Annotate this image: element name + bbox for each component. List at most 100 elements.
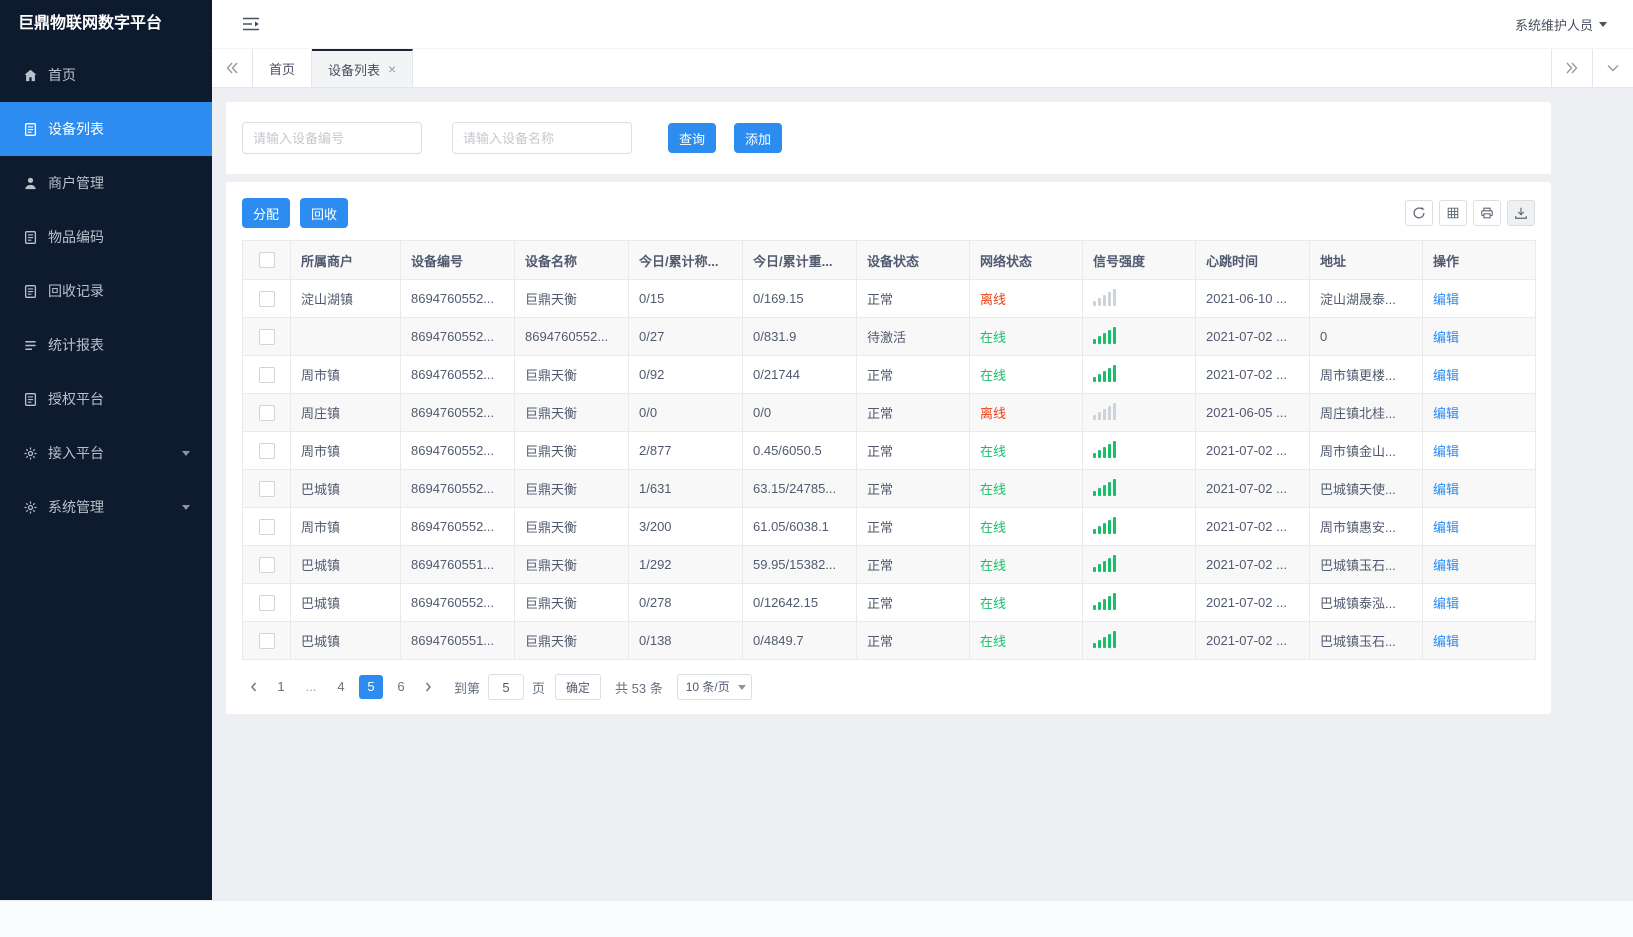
user-menu[interactable]: 系统维护人员 <box>1515 15 1607 34</box>
query-button[interactable]: 查询 <box>668 123 717 153</box>
row-checkbox[interactable] <box>258 632 275 649</box>
row-checkbox[interactable] <box>258 442 275 459</box>
add-button[interactable]: 添加 <box>734 123 783 153</box>
edit-link[interactable]: 编辑 <box>1433 520 1459 535</box>
row-checkbox[interactable] <box>258 328 275 345</box>
tab-home[interactable]: 首页 <box>253 49 313 87</box>
sidebar-menu: 首页设备列表商户管理物品编码 回收记录 统计报表授权平台接入平台系统管理 <box>0 48 212 900</box>
cell-merchant: 巴城镇 <box>290 621 401 660</box>
cell-address: 周庄镇北桂... <box>1309 393 1423 432</box>
cell-heartbeat: 2021-07-02 ... <box>1195 583 1310 622</box>
edit-link[interactable]: 编辑 <box>1433 406 1459 421</box>
edit-link[interactable]: 编辑 <box>1433 368 1459 383</box>
column-settings-button[interactable] <box>1439 200 1467 226</box>
cell-actions: 编辑 <box>1422 355 1536 394</box>
sidebar-item-merchant-management[interactable]: 商户管理 <box>0 156 212 210</box>
sidebar-collapse-icon[interactable] <box>242 17 260 31</box>
tabs-scroll-right-button[interactable] <box>1551 49 1592 87</box>
cell-device-no: 8694760552... <box>400 507 515 546</box>
sidebar-item-auth-platform[interactable]: 授权平台 <box>0 372 212 426</box>
close-tab-icon[interactable]: × <box>388 62 396 76</box>
network-status-text: 在线 <box>980 520 1007 535</box>
row-checkbox[interactable] <box>258 366 275 383</box>
assign-button[interactable]: 分配 <box>242 198 291 228</box>
cell-actions: 编辑 <box>1422 621 1536 660</box>
edit-link[interactable]: 编辑 <box>1433 558 1459 573</box>
edit-link[interactable]: 编辑 <box>1433 330 1459 345</box>
network-status-text: 在线 <box>980 482 1007 497</box>
tab-device-list[interactable]: 设备列表 × <box>312 49 414 87</box>
cell-today-count: 1/292 <box>628 545 743 584</box>
edit-link[interactable]: 编辑 <box>1433 482 1459 497</box>
sidebar-item-system-management[interactable]: 系统管理 <box>0 480 212 534</box>
page-button-4[interactable]: 4 <box>329 675 353 699</box>
column-header-network-status: 网络状态 <box>969 240 1083 280</box>
row-checkbox[interactable] <box>258 518 275 535</box>
edit-link[interactable]: 编辑 <box>1433 634 1459 649</box>
cell-today-weight: 0/12642.15 <box>742 583 857 622</box>
column-header-device-name: 设备名称 <box>514 240 629 280</box>
table-body: 淀山湖镇 8694760552... 巨鼎天衡 0/15 0/169.15 正常 离线 202… <box>242 279 1536 660</box>
cell-device-name: 巨鼎天衡 <box>514 545 629 584</box>
device-no-input[interactable] <box>242 122 422 154</box>
page-button-6[interactable]: 6 <box>389 675 413 699</box>
cell-today-count: 0/278 <box>628 583 743 622</box>
edit-link[interactable]: 编辑 <box>1433 444 1459 459</box>
cell-heartbeat: 2021-07-02 ... <box>1195 355 1310 394</box>
page-button-5[interactable]: 5 <box>359 675 383 699</box>
next-page-button[interactable] <box>416 675 440 699</box>
cell-device-name: 巨鼎天衡 <box>514 507 629 546</box>
cell-actions: 编辑 <box>1422 469 1536 508</box>
sidebar-item-home[interactable]: 首页 <box>0 48 212 102</box>
row-checkbox[interactable] <box>258 556 275 573</box>
export-button[interactable] <box>1507 200 1535 226</box>
column-header-today-weight: 今日/累计重... <box>742 240 857 280</box>
sidebar-item-label: 设备列表 <box>48 121 104 137</box>
refresh-button[interactable] <box>1405 200 1433 226</box>
sidebar-item-stats-report[interactable]: 统计报表 <box>0 318 212 372</box>
cell-today-weight: 61.05/6038.1 <box>742 507 857 546</box>
merchant-icon <box>22 175 38 191</box>
prev-page-button[interactable] <box>242 675 266 699</box>
page-button-1[interactable]: 1 <box>269 675 293 699</box>
sidebar-item-access-platform[interactable]: 接入平台 <box>0 426 212 480</box>
signal-strength-icon <box>1093 364 1116 382</box>
signal-strength-icon <box>1093 440 1116 458</box>
cell-heartbeat: 2021-07-02 ... <box>1195 469 1310 508</box>
select-all-checkbox[interactable] <box>258 252 275 269</box>
page-size-select[interactable]: 10 条/页 <box>676 674 752 700</box>
edit-link[interactable]: 编辑 <box>1433 292 1459 307</box>
edit-link[interactable]: 编辑 <box>1433 596 1459 611</box>
print-button[interactable] <box>1473 200 1501 226</box>
row-checkbox[interactable] <box>258 290 275 307</box>
cell-heartbeat: 2021-07-02 ... <box>1195 507 1310 546</box>
sidebar-item-item-code[interactable]: 物品编码 <box>0 210 212 264</box>
device-name-input[interactable] <box>452 122 632 154</box>
sidebar-item-recycle-record[interactable]: 回收记录 <box>0 264 212 318</box>
sidebar-item-device-list[interactable]: 设备列表 <box>0 102 212 156</box>
recycle-button[interactable]: 回收 <box>300 198 349 228</box>
table-header-row: 所属商户 设备编号 设备名称 今日/累计称... 今日/累计重... 设备状态 网络状态 信号… <box>242 240 1536 280</box>
doc-icon <box>22 283 38 299</box>
device-table-panel: 分配 回收 所属商户 设备编号 设备名称 今日/累计称... 今日/累计重...… <box>226 182 1551 714</box>
sidebar-item-label: 授权平台 <box>48 391 104 407</box>
confirm-jump-button[interactable]: 确定 <box>555 674 602 700</box>
sidebar-item-label: 系统管理 <box>48 499 104 515</box>
cell-heartbeat: 2021-06-10 ... <box>1195 279 1310 318</box>
row-checkbox[interactable] <box>258 404 275 421</box>
cell-actions: 编辑 <box>1422 279 1536 318</box>
column-header-today-count: 今日/累计称... <box>628 240 743 280</box>
row-checkbox[interactable] <box>258 594 275 611</box>
row-checkbox[interactable] <box>258 480 275 497</box>
sidebar-item-label: 商户管理 <box>48 175 104 191</box>
cell-today-count: 0/15 <box>628 279 743 318</box>
cell-actions: 编辑 <box>1422 583 1536 622</box>
tabs-scroll-left-button[interactable] <box>212 49 253 87</box>
signal-strength-icon <box>1093 478 1116 496</box>
tabs-menu-button[interactable] <box>1592 49 1633 87</box>
cell-checkbox <box>242 583 291 622</box>
cell-network-status: 在线 <box>969 583 1083 622</box>
cell-today-count: 0/0 <box>628 393 743 432</box>
page-jump-input[interactable] <box>488 674 525 700</box>
table-row: 巴城镇 8694760552... 巨鼎天衡 0/278 0/12642.15 正常 在线 2… <box>242 583 1536 622</box>
